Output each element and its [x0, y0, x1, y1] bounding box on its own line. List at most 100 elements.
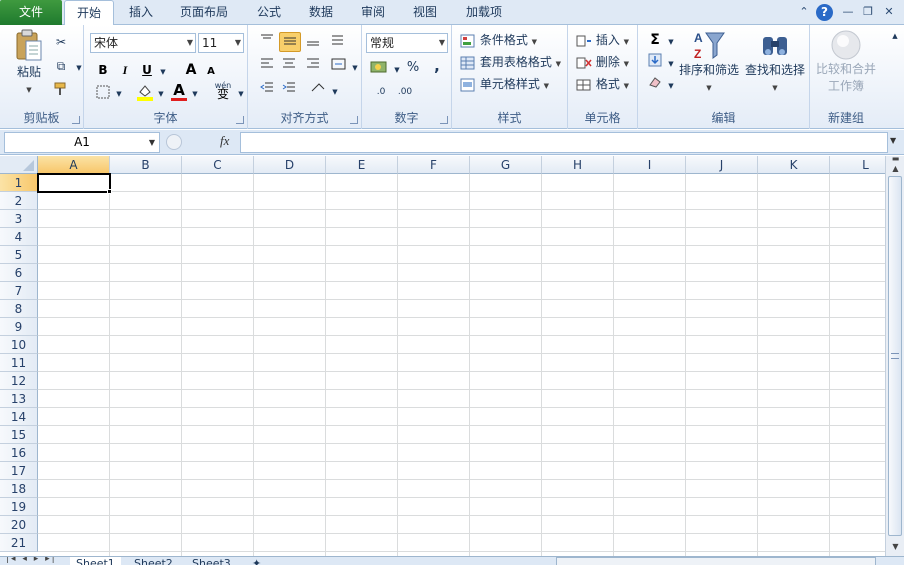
new-sheet-icon[interactable]: ✦ [246, 557, 267, 565]
vertical-scroll-thumb[interactable] [888, 176, 902, 536]
format-cells-button[interactable]: 格式 ▼ [576, 75, 629, 95]
scroll-up-icon[interactable]: ▲ [889, 162, 902, 175]
row-header[interactable]: 4 [0, 228, 38, 246]
vertical-scrollbar[interactable]: ▬ ▲ ▼ [885, 155, 904, 556]
align-left-icon[interactable] [258, 57, 276, 75]
percent-button[interactable]: % [404, 59, 422, 77]
clipboard-launcher-icon[interactable] [72, 116, 80, 124]
column-header[interactable]: D [254, 156, 326, 174]
align-bottom-icon[interactable] [304, 33, 322, 51]
number-launcher-icon[interactable] [440, 116, 448, 124]
sheet-tab-2[interactable]: Sheet2 [128, 557, 179, 565]
align-middle-icon[interactable] [279, 32, 301, 52]
row-header[interactable]: 2 [0, 192, 38, 210]
column-header[interactable]: K [758, 156, 830, 174]
decrease-decimal-icon[interactable]: .00 [394, 83, 416, 101]
column-header[interactable]: B [110, 156, 182, 174]
phonetic-guide-icon[interactable]: wén 变 [212, 81, 234, 100]
insert-cells-button[interactable]: 插入 ▼ [576, 31, 629, 51]
column-header[interactable]: I [614, 156, 686, 174]
font-size-combo[interactable]: 11 ▼ [198, 33, 244, 53]
expand-formula-bar-icon[interactable]: ▼ [890, 136, 896, 145]
split-handle[interactable]: ▬ [889, 155, 902, 163]
delete-cells-button[interactable]: 删除 ▼ [576, 53, 629, 73]
close-window-icon[interactable]: ✕ [881, 4, 897, 20]
row-header[interactable]: 19 [0, 498, 38, 516]
tab-addins[interactable]: 加载项 [458, 0, 510, 25]
increase-decimal-icon[interactable]: .0 [370, 83, 392, 101]
tab-data[interactable]: 数据 [302, 0, 340, 25]
column-header[interactable]: G [470, 156, 542, 174]
paste-button[interactable]: 粘贴 ▼ [12, 29, 46, 99]
active-cell-a1[interactable] [37, 173, 111, 193]
column-header[interactable]: F [398, 156, 470, 174]
row-header[interactable]: 14 [0, 408, 38, 426]
border-dropdown-icon[interactable]: ▼ [110, 85, 128, 103]
row-header[interactable]: 5 [0, 246, 38, 264]
worksheet-grid[interactable]: ABCDEFGHIJKL 1 2 3 4 5 6 7 8 9 10 11 12 13 14 15 16 17 18… [0, 156, 885, 556]
align-top-icon[interactable] [258, 33, 276, 51]
column-header[interactable]: E [326, 156, 398, 174]
row-header[interactable]: 13 [0, 390, 38, 408]
fill-handle[interactable] [107, 189, 112, 194]
name-box-dropdown-icon[interactable]: ▼ [149, 133, 155, 152]
minimize-window-icon[interactable]: — [840, 4, 856, 20]
row-header[interactable]: 20 [0, 516, 38, 534]
insert-function-icon[interactable]: fx [220, 133, 229, 149]
tab-file[interactable]: 文件 [0, 0, 62, 25]
align-right-icon[interactable] [304, 57, 322, 75]
row-header[interactable]: 7 [0, 282, 38, 300]
font-color-dropdown-icon[interactable]: ▼ [186, 85, 204, 103]
row-header[interactable]: 6 [0, 264, 38, 282]
decrease-indent-icon[interactable] [258, 81, 276, 99]
row-header[interactable]: 8 [0, 300, 38, 318]
row-header[interactable]: 15 [0, 426, 38, 444]
horizontal-scrollbar[interactable] [556, 557, 876, 565]
help-icon[interactable]: ? [816, 4, 833, 21]
tab-insert[interactable]: 插入 [122, 0, 160, 25]
fill-color-dropdown-icon[interactable]: ▼ [152, 85, 170, 103]
format-painter-icon[interactable] [52, 81, 70, 99]
increase-indent-icon[interactable] [280, 81, 298, 99]
row-header[interactable]: 12 [0, 372, 38, 390]
minimize-ribbon-icon[interactable]: ⌃ [796, 4, 812, 20]
sort-filter-button[interactable]: A Z 排序和筛选 ▼ [676, 29, 742, 97]
alignment-launcher-icon[interactable] [350, 116, 358, 124]
tab-home[interactable]: 开始 [64, 0, 114, 26]
formula-input[interactable] [240, 132, 888, 153]
number-format-combo[interactable]: 常规 ▼ [366, 33, 448, 53]
row-header[interactable]: 3 [0, 210, 38, 228]
wrap-dropdown-icon[interactable]: ▼ [326, 83, 344, 101]
currency-icon[interactable] [370, 59, 388, 77]
comma-button[interactable]: , [428, 57, 446, 75]
tab-page-layout[interactable]: 页面布局 [172, 0, 236, 25]
cell-styles-button[interactable]: 单元格样式 ▼ [460, 75, 549, 95]
paste-dropdown-icon[interactable]: ▼ [12, 81, 46, 99]
conditional-formatting-button[interactable]: 条件格式 ▼ [460, 31, 537, 51]
column-header[interactable]: J [686, 156, 758, 174]
grow-font-button[interactable]: A [182, 61, 200, 79]
shrink-font-button[interactable]: A [202, 63, 220, 81]
row-header[interactable]: 16 [0, 444, 38, 462]
scroll-down-icon[interactable]: ▼ [889, 540, 902, 553]
row-header[interactable]: 17 [0, 462, 38, 480]
compare-merge-button[interactable]: 比较和合并 工作簿 [814, 29, 878, 95]
italic-button[interactable]: I [116, 61, 134, 79]
bold-button[interactable]: B [94, 61, 112, 79]
find-select-button[interactable]: 查找和选择 ▼ [742, 29, 808, 97]
scissors-icon[interactable]: ✂ [52, 33, 70, 51]
tab-view[interactable]: 视图 [406, 0, 444, 25]
row-header[interactable]: 11 [0, 354, 38, 372]
row-header[interactable]: 18 [0, 480, 38, 498]
tab-review[interactable]: 审阅 [354, 0, 392, 25]
sheet-nav-icon[interactable]: |◂ ◂ ▸ ▸| [6, 557, 57, 564]
copy-icon[interactable]: ⧉ [52, 57, 70, 75]
restore-window-icon[interactable]: ❐ [860, 4, 876, 20]
row-header[interactable]: 21 [0, 534, 38, 552]
name-box[interactable]: A1 ▼ [4, 132, 160, 153]
font-launcher-icon[interactable] [236, 116, 244, 124]
column-header[interactable]: L [830, 156, 885, 174]
column-header[interactable]: C [182, 156, 254, 174]
row-header[interactable]: 1 [0, 174, 38, 192]
sheet-tab-3[interactable]: Sheet3 [186, 557, 237, 565]
